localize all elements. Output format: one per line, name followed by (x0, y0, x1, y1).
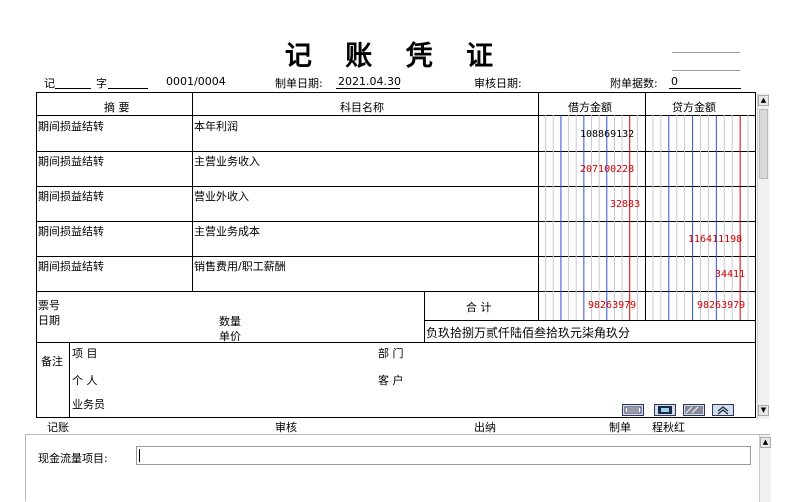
attachments-value[interactable]: 0 (671, 75, 678, 88)
ticket-no-label: 票号 (38, 299, 60, 312)
amount-in-words: 负玖拾捌万贰仟陆佰叁拾玖元柒角玖分 (426, 326, 631, 340)
cashflow-scrollbar[interactable]: ▲ (759, 435, 771, 502)
row-account[interactable]: 主营业务收入 (194, 153, 260, 169)
person-label[interactable]: 个 人 (72, 372, 98, 388)
text-cursor (139, 449, 140, 462)
maker-name: 程秋红 (652, 421, 685, 434)
row-account[interactable]: 营业外收入 (194, 188, 249, 204)
col-divider-total (424, 291, 425, 342)
card-icon[interactable] (654, 404, 676, 416)
customer-label[interactable]: 客 户 (378, 372, 404, 388)
col-divider-summary (192, 92, 193, 291)
row-summary[interactable]: 期间损益结转 (38, 223, 104, 239)
prepare-date-underline (336, 88, 400, 89)
header-summary: 摘 要 (104, 101, 130, 114)
audit-date-label: 审核日期: (474, 77, 522, 90)
total-label: 合 计 (466, 301, 492, 314)
unit-price-label: 单价 (219, 330, 241, 343)
remarks-divider (36, 342, 756, 343)
row-credit[interactable]: 116411198 (688, 234, 742, 245)
grid-scrollbar[interactable]: ▲ ▼ (757, 93, 769, 419)
date-label: 日期 (38, 314, 60, 327)
header-credit: 贷方金额 (672, 101, 716, 114)
row-account[interactable]: 本年利润 (194, 118, 238, 134)
header-account: 科目名称 (340, 101, 384, 114)
amount-digit-grid (545, 115, 749, 320)
col-divider-remarks (69, 342, 70, 418)
cashflow-input[interactable] (136, 446, 751, 465)
maker-label: 制单 (609, 421, 631, 434)
row-account[interactable]: 主营业务成本 (194, 223, 260, 239)
notepad-icon[interactable] (622, 404, 644, 416)
collapse-up-icon[interactable] (712, 404, 734, 416)
salesman-label[interactable]: 业务员 (72, 396, 105, 412)
cashflow-label: 现金流量项目: (38, 452, 108, 465)
row-debit[interactable]: 207100228 (580, 164, 634, 175)
row-debit[interactable]: 108869132 (580, 129, 634, 140)
quantity-label: 数量 (219, 315, 241, 328)
total-debit: 98263979 (588, 300, 637, 311)
bookkeeper-label: 记账 (47, 421, 69, 434)
attachments-underline (669, 88, 741, 89)
scroll-thumb[interactable] (759, 109, 768, 179)
row-summary[interactable]: 期间损益结转 (38, 118, 104, 134)
row-summary[interactable]: 期间损益结转 (38, 153, 104, 169)
row-summary[interactable]: 期间损益结转 (38, 258, 104, 274)
row-account[interactable]: 销售费用/职工薪酬 (194, 258, 286, 274)
voucher-number[interactable]: 0001/0004 (166, 75, 226, 88)
header-debit: 借方金额 (568, 101, 612, 114)
title-rule-2 (672, 70, 740, 71)
voucher-title: 记 账 凭 证 (284, 41, 506, 72)
prepare-date-label: 制单日期: (275, 77, 323, 90)
audit-label: 审核 (275, 421, 297, 434)
attachments-label: 附单据数: (610, 77, 658, 90)
voucher-type-underline (55, 88, 91, 89)
remarks-label: 备注 (41, 355, 63, 368)
department-label[interactable]: 部 门 (378, 345, 404, 361)
title-rule-1 (672, 52, 740, 53)
prepare-date-value[interactable]: 2021.04.30 (338, 75, 401, 88)
cashier-label: 出纳 (474, 421, 496, 434)
scroll-down-icon[interactable]: ▼ (758, 405, 769, 416)
cashflow-panel: ▲ (25, 434, 771, 502)
row-summary[interactable]: 期间损益结转 (38, 188, 104, 204)
total-credit: 98263979 (697, 300, 746, 311)
voucher-word-label: 字 (96, 77, 107, 90)
voucher-type-label: 记 (44, 77, 55, 90)
voucher-word-underline (108, 88, 148, 89)
row-debit[interactable]: 32883 (610, 199, 640, 210)
project-label[interactable]: 项 目 (72, 345, 98, 361)
scroll-up-icon[interactable]: ▲ (758, 95, 769, 106)
row-credit[interactable]: 34411 (715, 269, 745, 280)
total-divider (424, 320, 756, 321)
scroll-up-icon[interactable]: ▲ (760, 437, 771, 448)
pattern-icon[interactable] (683, 404, 705, 416)
